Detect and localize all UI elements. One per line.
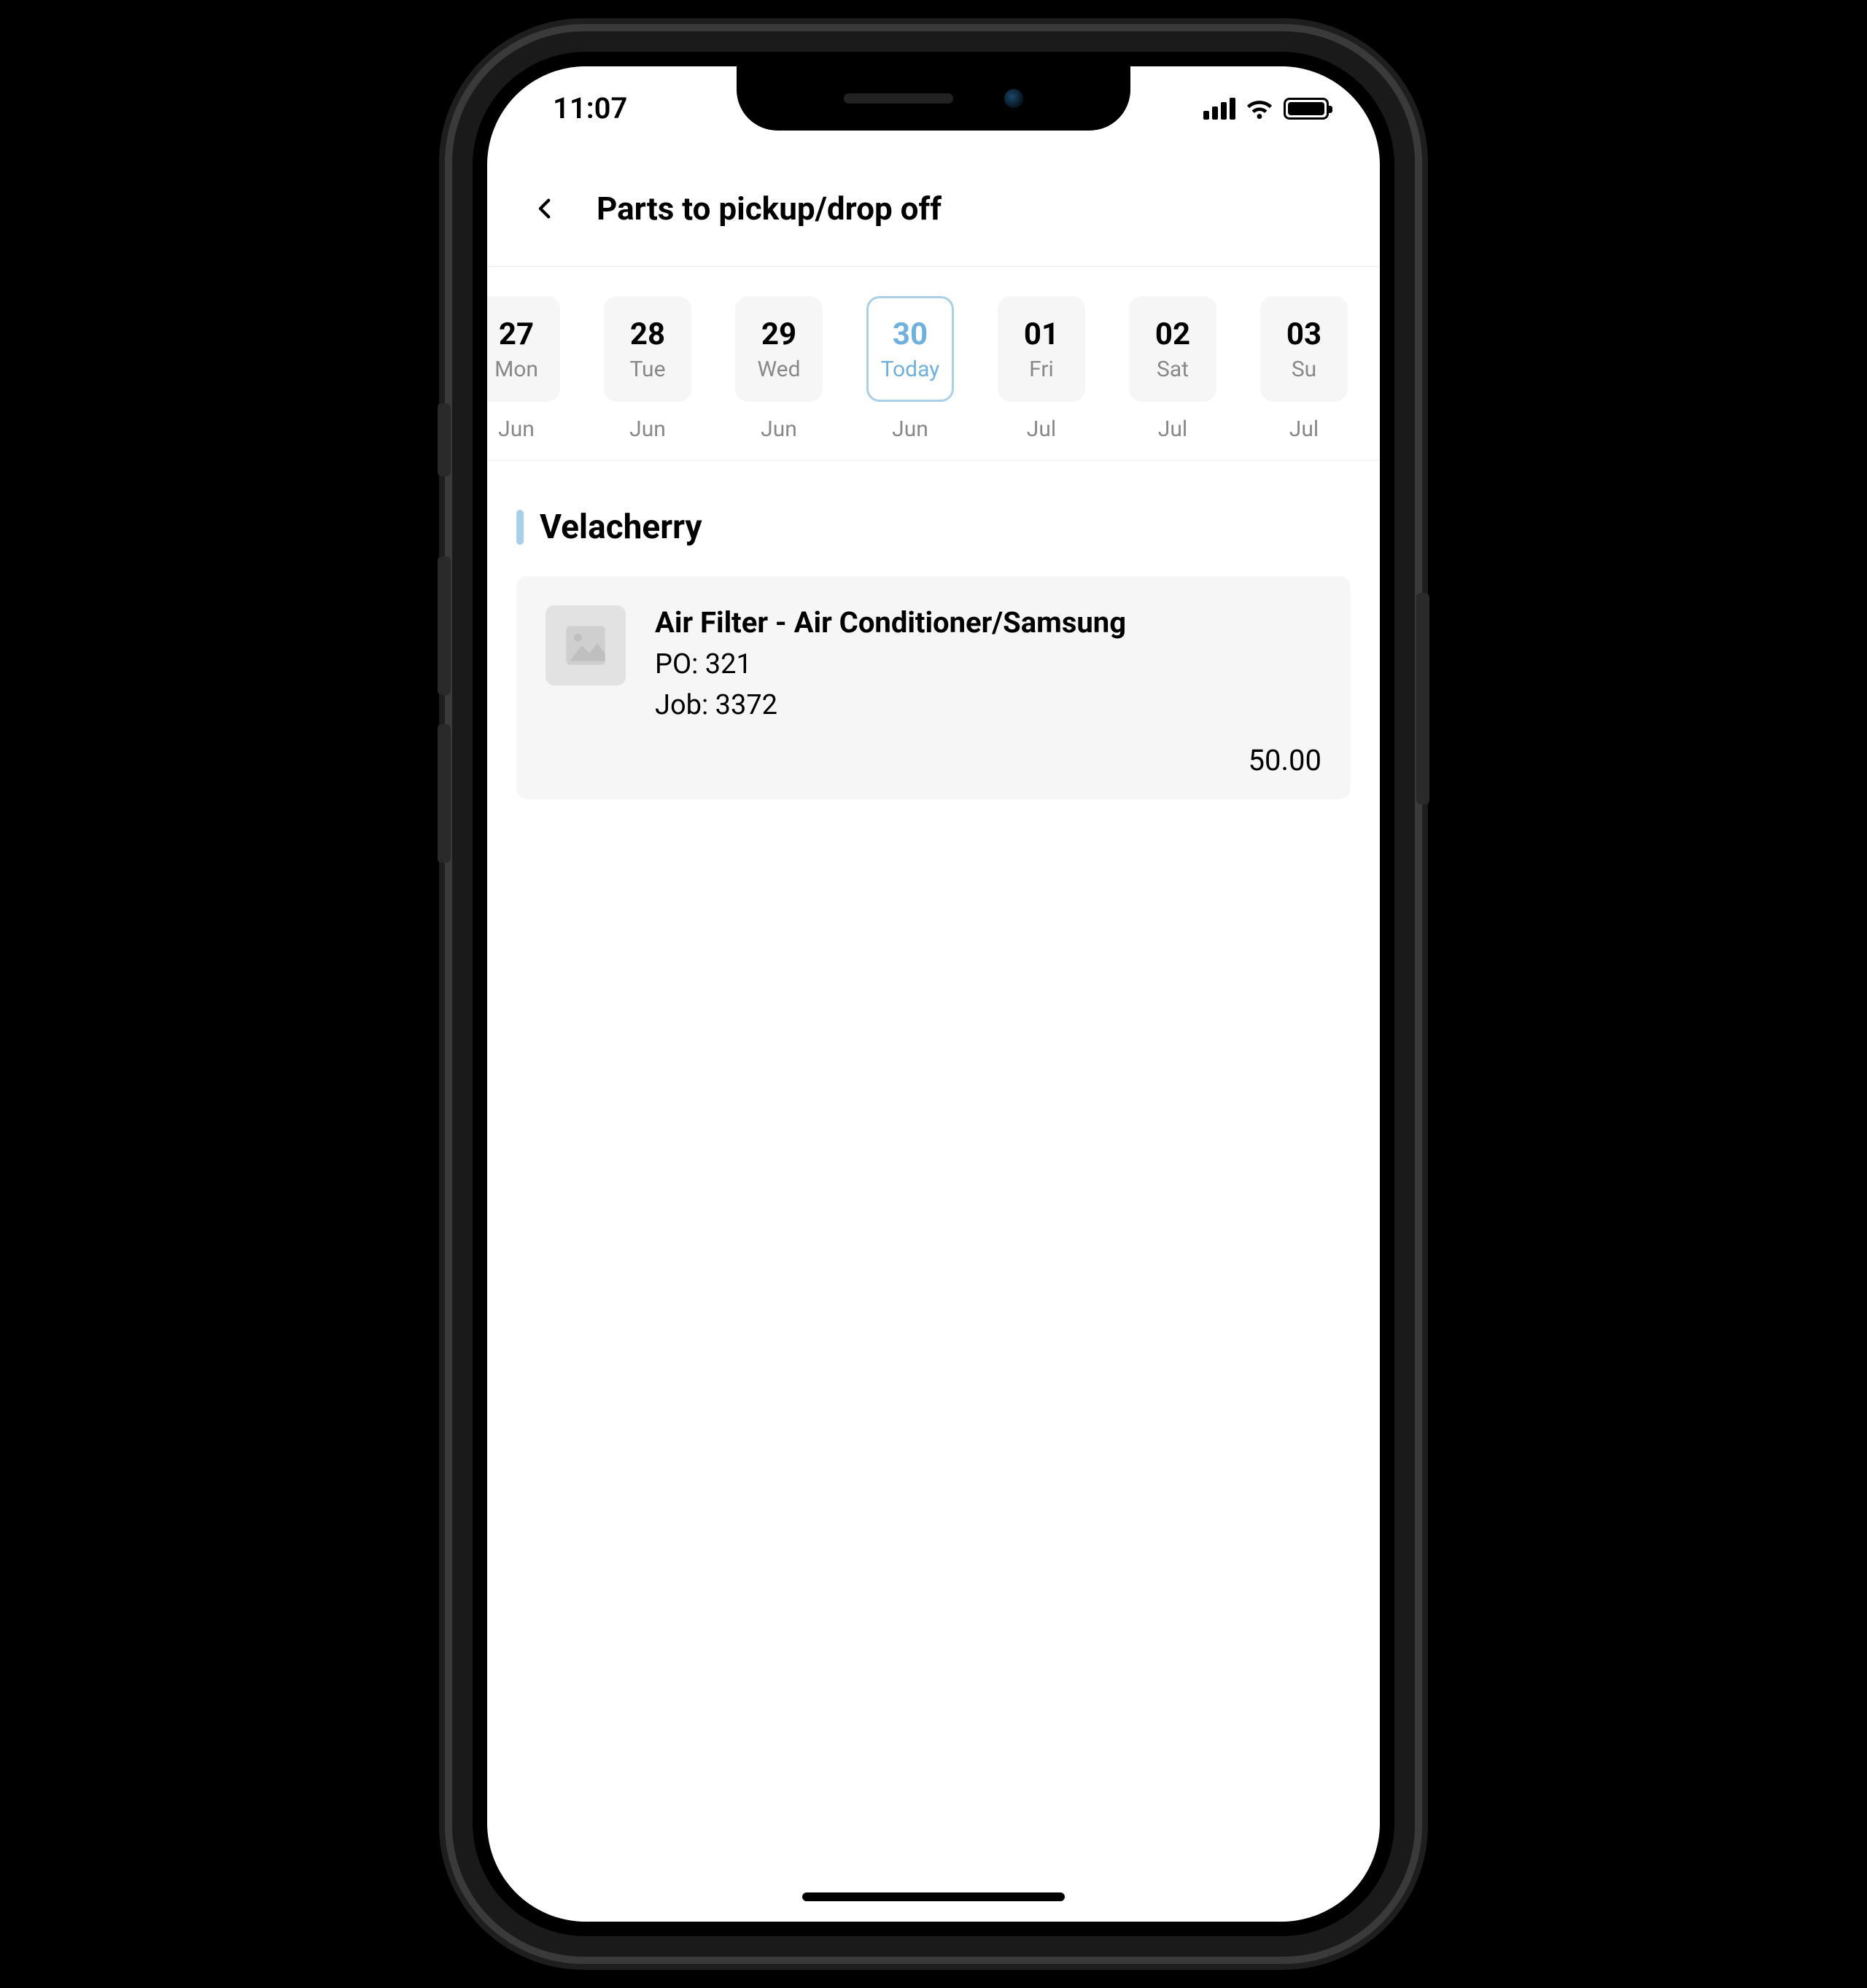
date-item[interactable]: 01 Fri Jul (998, 296, 1085, 442)
chevron-left-icon (533, 196, 558, 221)
date-month: Jun (629, 416, 666, 442)
date-item-selected[interactable]: 30 Today Jun (866, 296, 954, 442)
date-number: 03 (1286, 317, 1321, 352)
date-month: Jun (892, 416, 928, 442)
date-scroller[interactable]: 27 Mon Jun 28 Tue Jun 29 Wed (487, 267, 1380, 461)
image-placeholder-icon (562, 622, 609, 669)
date-month: Jun (498, 416, 535, 442)
date-item[interactable]: 27 Mon Jun (487, 296, 560, 442)
side-button (438, 403, 451, 476)
date-month: Jun (761, 416, 797, 442)
part-job: Job: 3372 (655, 689, 1321, 721)
section-title: Velacherry (540, 508, 702, 547)
side-button (438, 556, 451, 695)
notch (737, 66, 1130, 131)
date-number: 27 (499, 317, 534, 352)
date-month: Jul (1289, 416, 1319, 442)
date-number: 02 (1155, 317, 1190, 352)
front-camera (1004, 89, 1023, 108)
page-title: Parts to pickup/drop off (597, 190, 942, 228)
date-number: 29 (761, 317, 796, 352)
speaker (844, 93, 953, 104)
date-item[interactable]: 03 Su Jul (1260, 296, 1348, 442)
phone-mockup: 11:07 Parts to pic (452, 31, 1415, 1957)
date-number: 28 (630, 317, 665, 352)
part-amount: 50.00 (1249, 743, 1321, 777)
content-area: Velacherry Air Filter - Air Conditio (487, 475, 1380, 832)
part-card[interactable]: Air Filter - Air Conditioner/Samsung PO:… (516, 576, 1351, 799)
date-dayofweek: Mon (494, 357, 538, 382)
app-header: Parts to pickup/drop off (487, 150, 1380, 267)
date-dayofweek: Su (1292, 357, 1316, 382)
date-item[interactable]: 28 Tue Jun (604, 296, 691, 442)
section-header: Velacherry (516, 508, 1351, 547)
wifi-icon (1246, 98, 1273, 119)
date-dayofweek: Fri (1029, 357, 1054, 382)
part-thumbnail (546, 605, 626, 686)
status-time: 11:07 (553, 91, 627, 125)
battery-icon (1284, 98, 1329, 120)
date-month: Jul (1158, 416, 1187, 442)
section-accent-bar (516, 510, 524, 545)
side-button (438, 724, 451, 863)
home-indicator[interactable] (802, 1892, 1065, 1901)
part-po: PO: 321 (655, 648, 1321, 680)
date-item[interactable]: 02 Sat Jul (1129, 296, 1216, 442)
part-title: Air Filter - Air Conditioner/Samsung (655, 605, 1321, 640)
date-dayofweek: Sat (1157, 357, 1189, 382)
date-dayofweek: Today (881, 357, 940, 382)
date-number: 30 (893, 317, 928, 352)
side-button (1416, 593, 1429, 804)
date-dayofweek: Wed (758, 357, 801, 382)
date-item[interactable]: 29 Wed Jun (735, 296, 823, 442)
back-button[interactable] (524, 187, 567, 230)
date-dayofweek: Tue (630, 357, 666, 382)
screen: 11:07 Parts to pic (487, 66, 1380, 1922)
cellular-signal-icon (1203, 98, 1235, 120)
date-month: Jul (1027, 416, 1056, 442)
date-number: 01 (1024, 317, 1059, 352)
